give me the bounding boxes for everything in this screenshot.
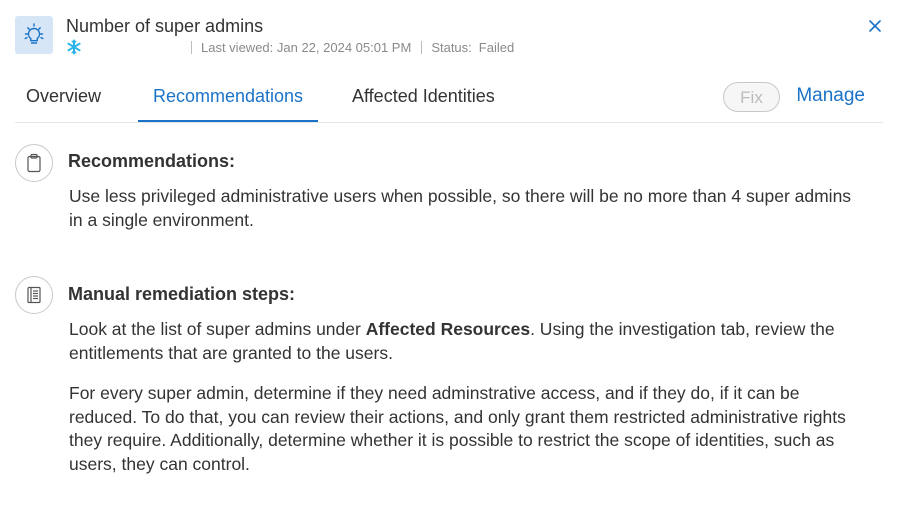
remediation-section: Manual remediation steps: Look at the li… (15, 276, 883, 486)
manage-link[interactable]: Manage (796, 78, 865, 114)
clipboard-icon (15, 144, 53, 182)
recommendations-section: Recommendations: Use less privileged adm… (15, 144, 883, 244)
tab-overview[interactable]: Overview (26, 78, 101, 120)
remediation-step-1-text: Look at the list of super admins under (69, 319, 366, 339)
recommendations-body: Use less privileged administrative users… (69, 185, 868, 249)
header-meta: Last viewed: Jan 22, 2024 05:01 PM Statu… (66, 38, 514, 56)
meta-divider (191, 40, 192, 54)
tab-affected-identities[interactable]: Affected Identities (352, 78, 495, 120)
status-value: Failed (478, 39, 515, 55)
remediation-step-1: Look at the list of super admins under A… (69, 318, 868, 365)
remediation-body: Look at the list of super admins under A… (69, 318, 868, 493)
recommendations-title: Recommendations: (68, 151, 236, 171)
status-label: Status: (431, 39, 472, 55)
lightbulb-icon (15, 16, 53, 54)
meta-divider (421, 40, 423, 54)
tab-bar: Overview Recommendations Affected Identi… (15, 78, 883, 123)
affected-resources-emphasis: Affected Resources (365, 319, 531, 339)
recommendations-text: Use less privileged administrative users… (69, 186, 852, 230)
snowflake-icon (66, 39, 82, 55)
remediation-title: Manual remediation steps: (68, 284, 296, 304)
close-icon[interactable] (867, 18, 883, 34)
page-title: Number of super admins (66, 16, 264, 36)
last-viewed-text: Last viewed: Jan 22, 2024 05:01 PM (201, 39, 412, 55)
book-icon (15, 276, 53, 314)
tab-recommendations[interactable]: Recommendations (138, 78, 318, 122)
fix-button[interactable]: Fix (723, 82, 780, 112)
details-header: Number of super admins Last viewed: Jan … (15, 16, 883, 56)
remediation-step-2: For every super admin, determine if they… (69, 383, 846, 474)
